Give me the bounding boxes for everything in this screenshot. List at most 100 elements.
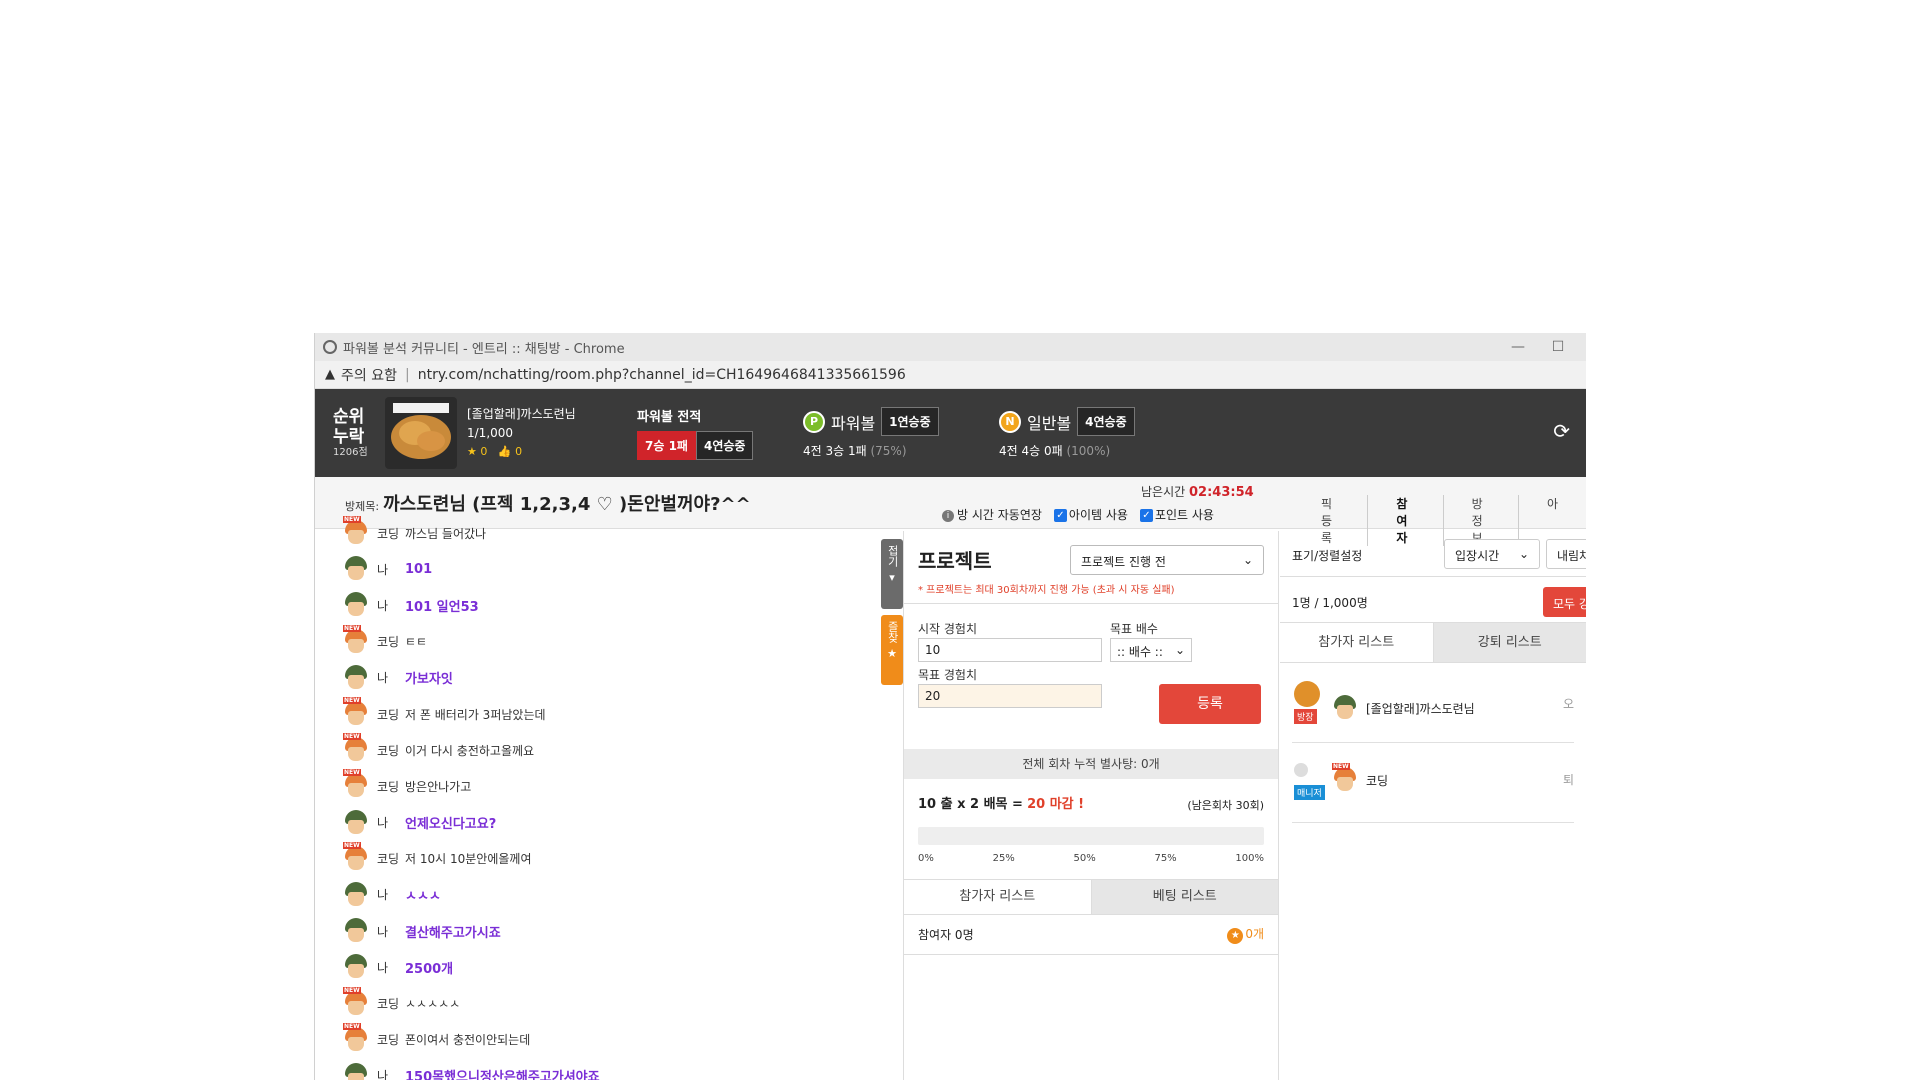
fold-tab[interactable]: 접기 ▾ <box>881 539 903 609</box>
avatar[interactable] <box>343 954 369 980</box>
checkbox-checked-icon[interactable]: ✓ <box>1053 509 1067 522</box>
chat-nick[interactable]: 코딩 <box>377 525 405 542</box>
avatar[interactable]: NEW <box>343 516 369 546</box>
browser-window: 파워볼 분석 커뮤니티 - 엔트리 :: 채팅방 - Chrome — ☐ ▲ … <box>314 333 1586 1080</box>
chat-message: 나 150목했으니정산은해주고가셔야죠 <box>315 1058 875 1080</box>
points: 1206점 <box>333 447 368 459</box>
chat-nick[interactable]: 나 <box>377 923 405 940</box>
avatar[interactable]: NEW <box>343 1022 369 1053</box>
role-manager: 매니저 <box>1294 785 1325 800</box>
user-row[interactable]: 방장 [졸업할래]까스도련님 오 <box>1292 663 1574 743</box>
avatar[interactable] <box>343 556 369 582</box>
chat-message: NEW 코딩 ㅌㅌ <box>315 624 875 660</box>
powerball-summary: 4전 3승 1패 <box>803 444 867 458</box>
star-total-value: 0개 <box>1245 927 1264 941</box>
chat-nick[interactable]: 코딩 <box>377 742 405 759</box>
avatar[interactable] <box>343 664 369 691</box>
chat-text: 2500개 <box>405 961 454 977</box>
user-action[interactable]: 퇴 <box>1563 771 1574 788</box>
project-status-value: 프로젝트 진행 전 <box>1081 555 1166 569</box>
point-use-option[interactable]: ✓ 포인트 사용 <box>1139 506 1214 523</box>
chat-message: NEW 코딩 저 10시 10분안에올께여 <box>315 841 875 877</box>
chat-nick[interactable]: 나 <box>377 561 405 578</box>
tab-betting-list[interactable]: 베팅 리스트 <box>1090 880 1278 914</box>
maximize-button[interactable]: ☐ <box>1538 339 1578 355</box>
timer-label: 남은시간 <box>1141 485 1186 499</box>
title-bar: 파워볼 분석 커뮤니티 - 엔트리 :: 채팅방 - Chrome — ☐ <box>315 333 1586 361</box>
chat-nick[interactable]: 코딩 <box>377 706 405 723</box>
checkbox-checked-icon[interactable]: ✓ <box>1139 509 1153 522</box>
avatar[interactable] <box>343 592 369 618</box>
favorite-tab[interactable]: 즐찾 ★ <box>881 615 903 685</box>
chat-nick[interactable]: 나 <box>377 597 405 614</box>
chat-nick[interactable]: 나 <box>377 886 405 903</box>
avatar[interactable] <box>343 1062 369 1080</box>
chat-message: NEW 코딩 ㅅㅅㅅㅅㅅ <box>315 985 875 1021</box>
tab-user-list[interactable]: 참가자 리스트 <box>1280 623 1433 662</box>
chat-text: 101 <box>405 561 433 577</box>
normalball-icon: N <box>999 410 1021 433</box>
chat-log[interactable]: NEW 코딩 까스님 들어갔나 나 101 나 101 일언53 NEW 코딩 ㅌㅌ 나 가보자잇 NE… <box>315 515 875 1080</box>
sort-field-select[interactable]: 입장시간 ⌄ <box>1444 539 1540 569</box>
avatar[interactable]: NEW <box>343 986 369 1017</box>
security-label[interactable]: 주의 요함 <box>341 365 397 385</box>
item-use-option[interactable]: ✓ 아이템 사용 <box>1053 506 1128 523</box>
chat-nick[interactable]: 코딩 <box>377 633 405 650</box>
target-exp-input[interactable]: 20 <box>918 684 1102 708</box>
chat-text: 저 10시 10분안에올께여 <box>405 852 532 867</box>
chat-nick[interactable]: 나 <box>377 814 405 831</box>
chat-text: 언제오신다고요? <box>405 817 497 833</box>
project-header: 프로젝트 프로젝트 진행 전 ⌄ * 프로젝트는 최대 30회차까지 진행 가능 … <box>904 531 1278 603</box>
sort-order-select[interactable]: 내림차순 <box>1546 539 1586 569</box>
kick-all-button[interactable]: 모두 강제퇴장 <box>1543 587 1586 617</box>
chat-nick[interactable]: 나 <box>377 959 405 976</box>
multiplier-select[interactable]: :: 배수 :: ⌄ <box>1110 638 1192 662</box>
user-row[interactable]: 매니저 NEW 코딩 퇴 <box>1292 743 1574 823</box>
rank-value: 누락 <box>333 427 365 447</box>
profile-bar: 순위 누락 1206점 [졸업할래]까스도련님 1/1,000 ★ 0 👍 0 … <box>315 389 1586 477</box>
avatar[interactable] <box>343 809 369 836</box>
register-button[interactable]: 등록 <box>1159 684 1261 724</box>
chevron-down-icon: ▾ <box>889 571 895 585</box>
start-exp-input[interactable]: 10 <box>918 638 1102 662</box>
refresh-icon[interactable]: ⟳ <box>1553 419 1570 443</box>
url-text[interactable]: ntry.com/nchatting/room.php?channel_id=C… <box>418 367 906 383</box>
warning-icon[interactable]: ▲ <box>325 367 335 382</box>
room-options: i방 시간 자동연장 ✓ 아이템 사용 ✓ 포인트 사용 <box>942 506 1214 523</box>
chat-text: 까스님 들어갔나 <box>405 526 487 541</box>
user-name[interactable]: [졸업할래]까스도련님 <box>467 405 637 424</box>
avatar[interactable]: NEW <box>343 769 369 799</box>
project-status-select[interactable]: 프로젝트 진행 전 ⌄ <box>1070 545 1264 575</box>
avatar[interactable] <box>343 881 369 908</box>
favorite-label: 즐찾 <box>886 621 900 643</box>
chat-nick[interactable]: 코딩 <box>377 778 405 795</box>
chat-text: ㅅㅅㅅ <box>405 889 441 905</box>
chat-message: 나 언제오신다고요? <box>315 805 875 841</box>
avatar[interactable]: NEW <box>343 697 369 727</box>
chat-nick[interactable]: 코딩 <box>377 995 405 1012</box>
address-bar[interactable]: ▲ 주의 요함 | ntry.com/nchatting/room.php?ch… <box>315 361 1586 389</box>
user-action[interactable]: 오 <box>1563 695 1574 712</box>
level-badge-icon <box>1294 681 1320 707</box>
chat-nick[interactable]: 코딩 <box>377 850 405 867</box>
total-candy: 전체 회차 누적 별사탕: 0개 <box>904 749 1278 779</box>
participant-count-row: 참여자 0명 ★ 0개 <box>904 915 1278 955</box>
chat-nick[interactable]: 나 <box>377 669 405 686</box>
avatar[interactable]: NEW <box>343 841 369 872</box>
start-exp-label: 시작 경험치 <box>918 622 978 636</box>
chat-text: ㅌㅌ <box>405 635 428 650</box>
like-count: 0 <box>515 445 523 459</box>
chat-text: 101 일언53 <box>405 599 479 615</box>
record-result: 7승 1패 <box>637 431 696 460</box>
tab-participant-list[interactable]: 참가자 리스트 <box>904 880 1091 914</box>
avatar[interactable]: NEW <box>343 733 369 763</box>
chat-text: 폰이여서 충전이안되는데 <box>405 1033 531 1048</box>
auto-extend-option[interactable]: i방 시간 자동연장 <box>942 506 1042 523</box>
chat-nick[interactable]: 코딩 <box>377 1031 405 1048</box>
avatar[interactable]: NEW <box>343 624 369 655</box>
sort-field-value: 입장시간 <box>1455 549 1500 563</box>
tab-kicked-list[interactable]: 강퇴 리스트 <box>1432 623 1586 662</box>
minimize-button[interactable]: — <box>1498 339 1538 355</box>
avatar[interactable] <box>343 918 369 944</box>
chat-nick[interactable]: 나 <box>377 1067 405 1080</box>
